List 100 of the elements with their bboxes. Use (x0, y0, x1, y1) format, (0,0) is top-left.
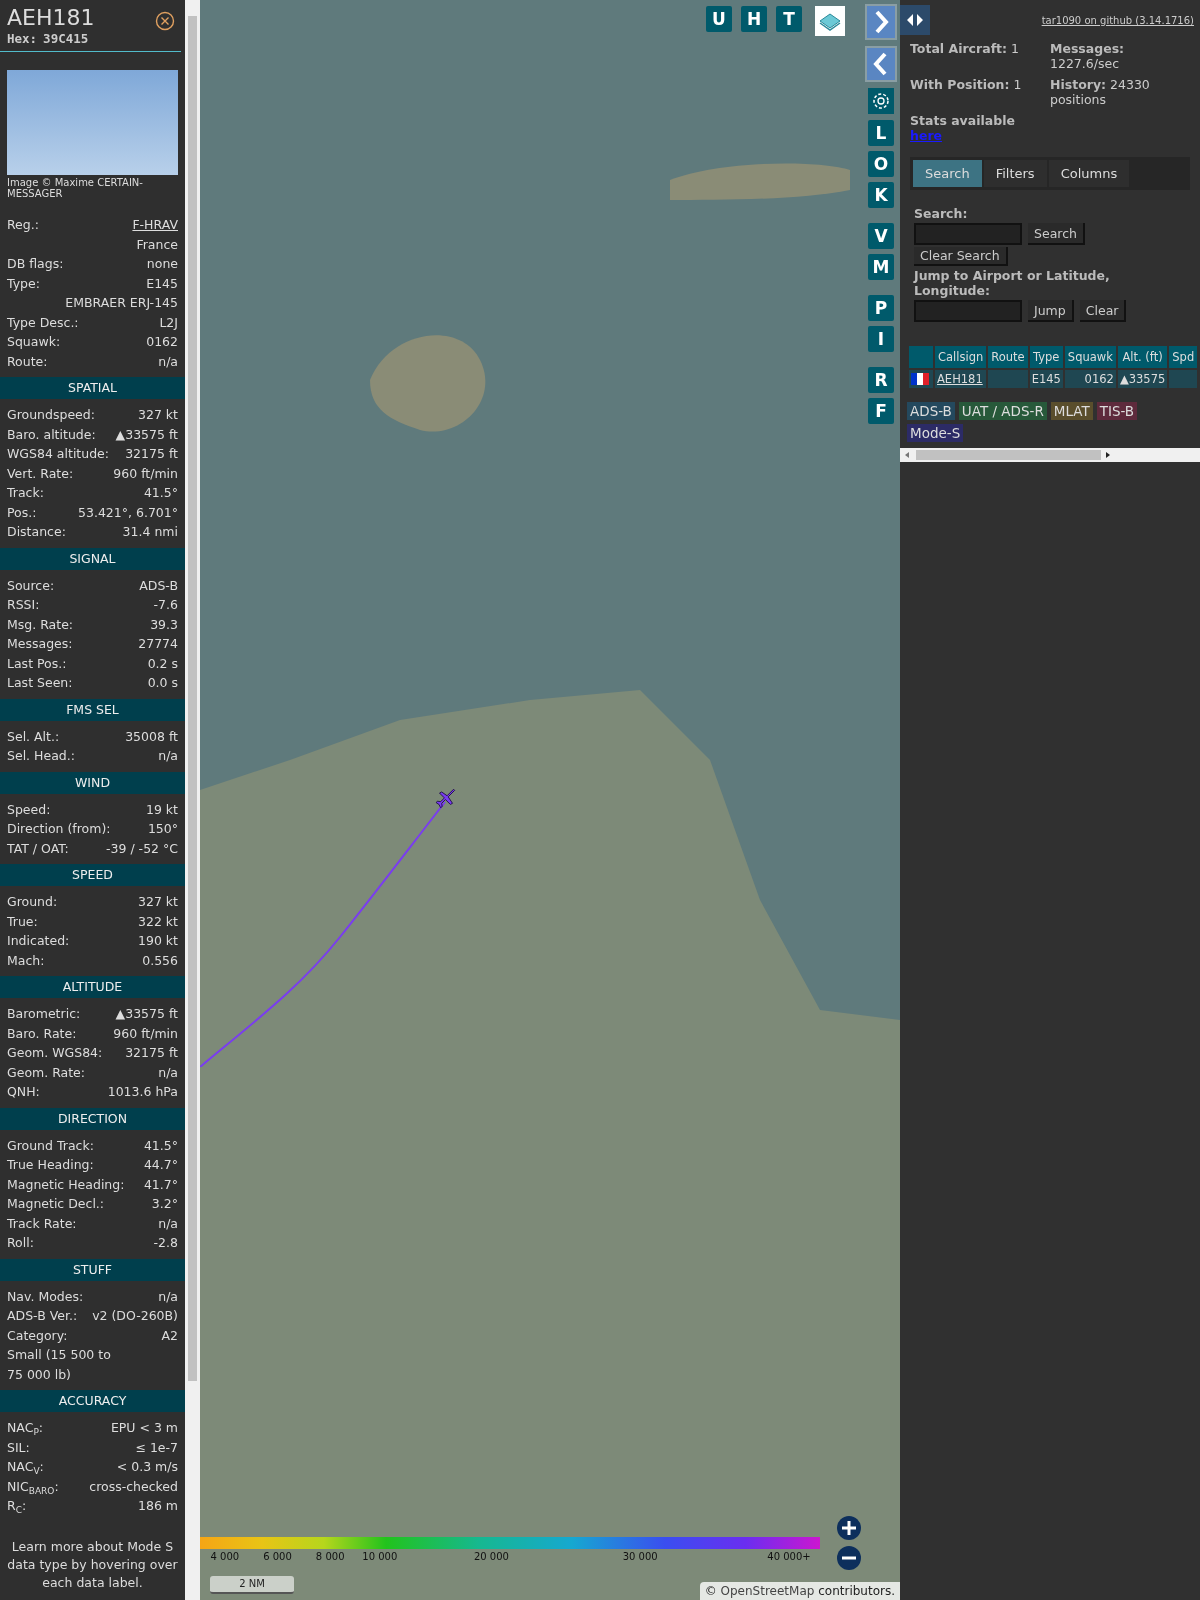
field-label: True Heading: (7, 1156, 94, 1174)
map-toggle-button[interactable]: R (868, 367, 894, 393)
stat-text: History: 24330 positions (1050, 77, 1151, 107)
column-header[interactable]: Type (1029, 346, 1063, 368)
map-toggle-button[interactable]: I (868, 326, 894, 352)
chevron-right-icon[interactable] (867, 6, 895, 38)
photo-credit: Image © Maxime CERTAIN-MESSAGER (6, 176, 144, 199)
vertical-scrollbar[interactable] (185, 0, 200, 1600)
horizontal-scrollbar[interactable] (900, 448, 1200, 462)
field-label: Pos.: (7, 503, 37, 522)
field-value: E145 (146, 274, 178, 293)
settings-icon[interactable] (868, 88, 894, 114)
jump-field[interactable] (914, 300, 1022, 322)
stat-text: Total Aircraft: 1 (910, 41, 1020, 58)
chevron-left-icon[interactable] (867, 48, 895, 80)
map-toggle-button[interactable]: O (868, 151, 894, 177)
clear-button[interactable]: Clear (1079, 300, 1127, 322)
registration-link[interactable]: F-HRAV (132, 215, 178, 235)
field-label: Sel. Alt.: (7, 727, 60, 746)
field-label: Ground Track: (7, 1136, 94, 1155)
section-header: SPATIAL (0, 377, 185, 399)
field-value: 150° (147, 820, 178, 838)
field-label: Geom. WGS84: (7, 1044, 103, 1062)
column-header[interactable]: Callsign (935, 346, 987, 368)
map-toggle-button[interactable]: P (868, 295, 894, 321)
field-label: Sel. Head.: (7, 747, 75, 765)
close-icon[interactable] (155, 11, 175, 31)
field-label: Track: (7, 484, 44, 502)
section-header: FMS SEL (0, 698, 185, 721)
field-value: ▲33575 ft (115, 1005, 178, 1023)
field-label: DB flags: (7, 255, 64, 273)
altitude-label: 10 000 (362, 1551, 398, 1562)
section-header: DIRECTION (0, 1107, 185, 1130)
field-label: Messages: (7, 635, 73, 653)
field-value: -39 / -52 °C (106, 839, 178, 858)
field-label: Baro. Rate: (7, 1024, 77, 1043)
field-label: NAC$_{V}$: (7, 1458, 44, 1477)
field-value: 32175 ft (125, 1044, 178, 1062)
field-value: 27774 (138, 635, 178, 653)
field-value: n/a (158, 352, 178, 371)
openstreetmap-link[interactable]: OpenStreetMap (720, 1584, 815, 1598)
column-header[interactable]: Squawk (1064, 346, 1116, 368)
map-toggle-button[interactable]: H (741, 6, 767, 32)
field-label: Squawk: (7, 333, 61, 351)
search-button[interactable]: Search (1028, 223, 1085, 245)
field-value: none (146, 255, 178, 273)
layers-icon[interactable] (815, 6, 845, 36)
field-value: EPU < 3 m (110, 1419, 178, 1437)
zoom-out-icon[interactable] (837, 1546, 861, 1570)
map-toggle-button[interactable]: F (868, 398, 894, 424)
map-toggle-button[interactable]: U (706, 6, 732, 32)
tab[interactable]: Search (913, 160, 982, 187)
field-value: 0.0 s (147, 674, 178, 692)
expand-arrows-icon[interactable] (900, 5, 930, 35)
map-toggle-button[interactable]: K (868, 182, 894, 208)
altitude-label: 20 000 (473, 1551, 509, 1562)
clear-search-button[interactable]: Clear Search (914, 247, 1008, 266)
stat-text: Messages: 1227.6/sec (1050, 41, 1126, 71)
field-value: cross-checked (89, 1477, 178, 1496)
field-label: Last Pos.: (7, 654, 67, 673)
github-link[interactable]: tar1090 on github (3.14.1716) (1041, 15, 1194, 26)
column-header[interactable]: Spd (1169, 346, 1198, 368)
field-label: ADS-B Ver.: (7, 1307, 78, 1325)
field-value: 960 ft/min (113, 464, 178, 483)
field-label: Source: (7, 576, 55, 595)
search-label: Search: (914, 206, 969, 221)
source-tag: UAT / ADS-R (958, 402, 1047, 420)
map-toggle-button[interactable]: M (868, 254, 894, 280)
map-toggle-button[interactable]: L (868, 120, 894, 146)
field-value: < 0.3 m/s (116, 1458, 178, 1476)
search-field[interactable] (914, 223, 1022, 245)
altitude-label: 40 000+ (767, 1551, 811, 1562)
map-toggle-button[interactable]: T (776, 6, 802, 32)
field-label: Speed: (7, 800, 51, 819)
field-value: 327 kt (138, 406, 178, 424)
column-header[interactable]: Route (988, 346, 1028, 368)
column-header[interactable]: Alt. (ft) (1117, 346, 1168, 368)
field-label: Direction (from): (7, 820, 111, 838)
map-toggle-button[interactable]: V (868, 223, 894, 249)
altitude-label: 6 000 (263, 1551, 292, 1562)
field-value: ADS-B (139, 576, 178, 595)
zoom-in-icon[interactable] (837, 1516, 861, 1540)
tab[interactable]: Filters (983, 160, 1047, 187)
scale-bar: 2 NM (210, 1576, 294, 1594)
field-value: A2 (161, 1326, 178, 1345)
field-value: -7.6 (153, 596, 178, 614)
field-value: 960 ft/min (113, 1024, 178, 1043)
source-tag: Mode-S (907, 424, 964, 442)
field-value: 41.7° (143, 1175, 178, 1194)
jump-button[interactable]: Jump (1028, 300, 1074, 322)
field-label: Magnetic Heading: (7, 1175, 125, 1194)
section-header: ACCURACY (0, 1390, 185, 1412)
field-label: Barometric: (7, 1005, 81, 1023)
tab[interactable]: Columns (1048, 160, 1130, 187)
table-cell: 0162 (1064, 370, 1116, 388)
field-value: 19 kt (145, 800, 178, 819)
field-label: Distance: (7, 523, 66, 541)
table-cell (988, 370, 1028, 388)
section-header: SPEED (0, 864, 185, 886)
field-label: Groundspeed: (7, 406, 95, 424)
